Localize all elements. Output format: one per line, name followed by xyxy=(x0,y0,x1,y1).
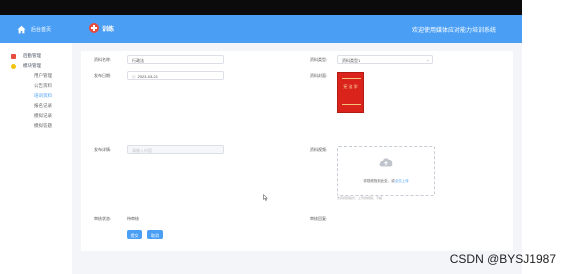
date-value: 2023-03-21 xyxy=(137,74,158,79)
cover-image[interactable]: 宪 法 学 xyxy=(337,72,364,113)
sidebar: 后台首页 后勤管理 模块管理 用户管理 公告资料 培训资料 报名记录 模拟记录 … xyxy=(0,15,73,274)
sidebar-item-notices[interactable]: 公告资料 xyxy=(0,81,72,91)
circle-icon xyxy=(11,64,16,69)
sidebar-item-simulations[interactable]: 模拟记录 xyxy=(0,111,72,121)
cover-label: 资料封面: xyxy=(310,73,328,78)
grid-icon xyxy=(11,54,16,59)
sidebar-item-label: 公告资料 xyxy=(34,83,52,88)
sidebar-item-label: 模块管理 xyxy=(23,63,41,68)
top-black-bar xyxy=(0,0,522,15)
book-decoration xyxy=(342,104,361,105)
sidebar-item-label: 模拟记录 xyxy=(34,113,52,118)
sidebar-item-logistics[interactable]: 后勤管理 xyxy=(0,51,72,61)
name-label: 资料名称: xyxy=(94,57,112,62)
status-label: 审核状态: xyxy=(94,216,112,221)
sidebar-title: 后台首页 xyxy=(31,26,52,33)
name-input[interactable]: 行政法 xyxy=(127,55,224,64)
home-icon xyxy=(17,25,26,34)
sidebar-item-label: 模拟答题 xyxy=(34,123,52,128)
sidebar-item-users[interactable]: 用户管理 xyxy=(0,71,72,81)
form-panel: 资料名称: 行政法 资料类型: 资料类型1 ⌄ 发布日期: ◷ 2023-03-2… xyxy=(81,51,513,251)
brand: 训练 xyxy=(89,23,114,33)
upload-text: 将视频拖到此处，或 xyxy=(363,179,395,183)
upload-tip: 支持视频格式：上传的视频，不超 xyxy=(337,196,383,200)
sidebar-item-label: 培训资料 xyxy=(34,93,52,98)
sidebar-header[interactable]: 后台首页 xyxy=(0,15,72,43)
type-label: 资料类型: xyxy=(310,57,328,62)
submit-button[interactable]: 提交 xyxy=(127,230,142,239)
sidebar-item-quiz[interactable]: 模拟答题 xyxy=(0,121,72,131)
book-decoration xyxy=(342,78,361,79)
welcome-title: 欢迎使用媒体应对能力培训系统 xyxy=(411,28,496,34)
type-select[interactable]: 资料类型1 ⌄ xyxy=(337,55,433,64)
sidebar-item-label: 报名记录 xyxy=(34,103,52,108)
book-title: 宪 法 学 xyxy=(343,84,358,89)
sidebar-menu: 后勤管理 模块管理 用户管理 公告资料 培训资料 报名记录 模拟记录 模拟答题 xyxy=(0,43,72,131)
status-value: 待审核 xyxy=(127,216,139,221)
mouse-cursor-icon xyxy=(263,194,268,201)
cancel-button[interactable]: 取消 xyxy=(147,230,163,239)
sidebar-item-signups[interactable]: 报名记录 xyxy=(0,101,72,111)
chevron-down-icon: ⌄ xyxy=(425,57,430,63)
calendar-icon: ◷ xyxy=(132,74,136,79)
sidebar-item-label: 后勤管理 xyxy=(23,53,41,58)
date-label: 发布日期: xyxy=(94,73,112,78)
upload-hint: 将视频拖到此处，或点击上传 xyxy=(338,179,434,184)
name-value: 行政法 xyxy=(132,58,144,63)
reply-label: 审核回复: xyxy=(310,216,328,221)
sidebar-item-label: 用户管理 xyxy=(34,73,52,78)
detail-label: 发布详情: xyxy=(94,147,112,152)
detail-placeholder: 请输入内容 xyxy=(132,148,152,153)
upload-link[interactable]: 点击上传 xyxy=(395,179,409,183)
logo-icon xyxy=(89,23,99,33)
date-input[interactable]: ◷ 2023-03-21 xyxy=(127,71,224,80)
header: 训练 欢迎使用媒体应对能力培训系统 xyxy=(72,15,522,43)
brand-name: 训练 xyxy=(102,26,115,33)
video-upload-area[interactable]: 将视频拖到此处，或点击上传 xyxy=(337,146,435,196)
cloud-upload-icon xyxy=(379,158,393,167)
sidebar-item-modules[interactable]: 模块管理 xyxy=(0,61,72,71)
sidebar-item-training[interactable]: 培训资料 xyxy=(0,91,72,101)
type-value: 资料类型1 xyxy=(342,58,361,63)
watermark: CSDN @BYSJ1987 xyxy=(449,252,556,266)
detail-input[interactable]: 请输入内容 xyxy=(127,145,224,154)
video-label: 资料视频: xyxy=(310,147,328,152)
main-area: 训练 欢迎使用媒体应对能力培训系统 资料名称: 行政法 资料类型: 资料类型1 … xyxy=(72,15,522,274)
